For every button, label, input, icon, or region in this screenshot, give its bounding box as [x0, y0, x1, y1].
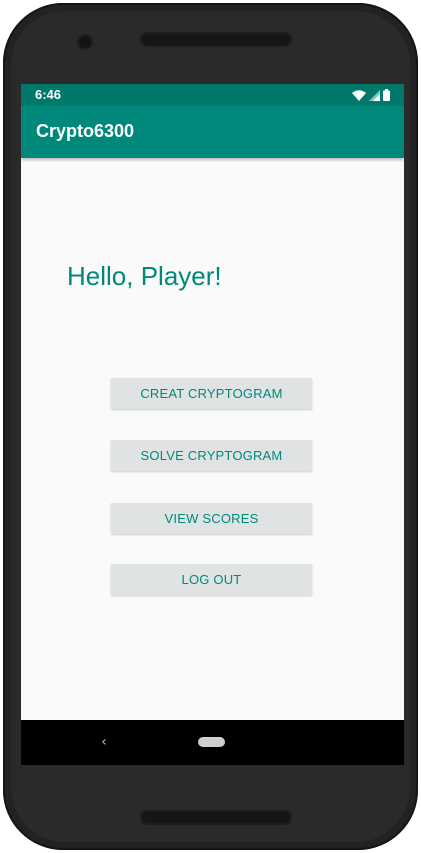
view-scores-button[interactable]: VIEW SCORES: [111, 503, 312, 534]
solve-cryptogram-button[interactable]: SOLVE CRYPTOGRAM: [111, 440, 312, 471]
top-speaker: [140, 32, 292, 47]
home-icon[interactable]: [198, 737, 225, 747]
log-out-button[interactable]: LOG OUT: [111, 564, 312, 595]
create-cryptogram-button[interactable]: CREAT CRYPTOGRAM: [111, 378, 312, 409]
greeting-text: Hello, Player!: [67, 261, 222, 291]
cell-signal-icon: [369, 86, 380, 105]
status-icons: [352, 88, 390, 101]
back-icon[interactable]: ‹: [97, 734, 111, 750]
front-camera: [79, 36, 91, 48]
battery-icon: [383, 86, 390, 105]
wifi-icon: [352, 86, 366, 105]
device-screen: 6:46 Crypto6300 Hello, Player! CREAT CRY…: [21, 84, 404, 765]
app-bar: Crypto6300: [21, 106, 404, 158]
navigation-bar: ‹: [21, 720, 404, 765]
status-time: 6:46: [35, 87, 62, 102]
status-bar: 6:46: [21, 84, 404, 106]
app-title: Crypto6300: [36, 121, 135, 141]
bottom-speaker: [140, 810, 292, 825]
